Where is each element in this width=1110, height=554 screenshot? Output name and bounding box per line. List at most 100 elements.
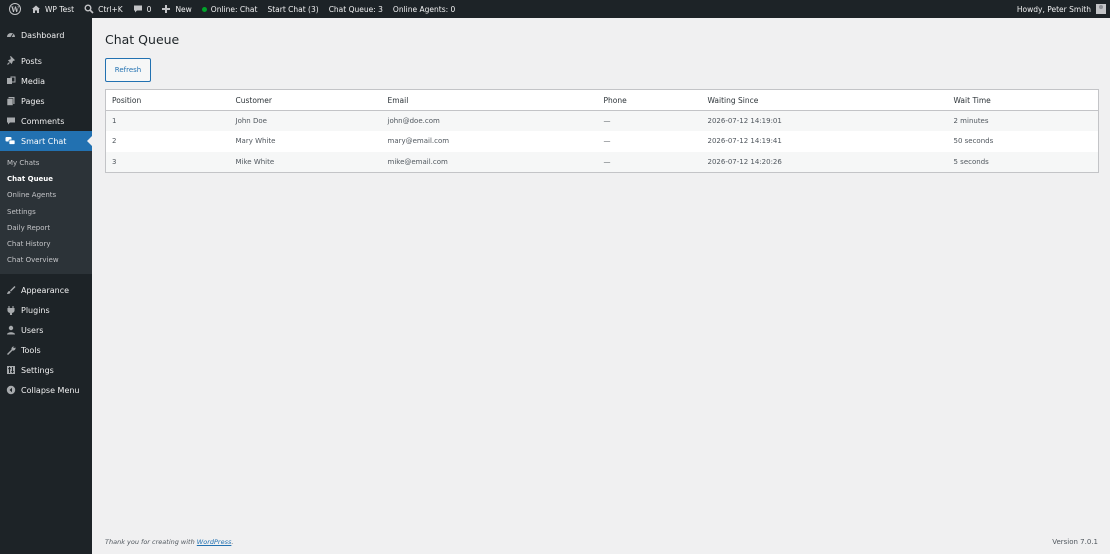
cell-position: 3 bbox=[112, 157, 117, 166]
table-row: 3 Mike White mike@email.com — 2026-07-12… bbox=[105, 151, 1099, 172]
menu-settings-label: Settings bbox=[21, 365, 54, 375]
cell-customer: Mary White bbox=[235, 137, 276, 146]
page-title: Chat Queue bbox=[105, 32, 180, 47]
submenu-my-chats[interactable]: My Chats bbox=[0, 155, 92, 171]
menu-pages-label: Pages bbox=[21, 96, 45, 106]
online-status-label: Online: Chat bbox=[210, 4, 258, 14]
submenu-chat-overview[interactable]: Chat Overview bbox=[0, 252, 92, 268]
admin-bar: W WP Test Ctrl+K 0 New Online: Chat Star… bbox=[0, 0, 1110, 18]
cell-email: mike@email.com bbox=[387, 157, 448, 166]
site-name-link[interactable]: WP Test bbox=[26, 0, 79, 18]
menu-plugins-label: Plugins bbox=[21, 305, 50, 315]
admin-sidebar: Dashboard Posts Media Pages Comments Sma… bbox=[0, 18, 92, 554]
start-chat-label: Start Chat (3) bbox=[267, 4, 319, 14]
comments-count: 0 bbox=[146, 4, 152, 14]
cell-phone: — bbox=[603, 137, 611, 146]
menu-appearance[interactable]: Appearance bbox=[0, 280, 92, 300]
footer-thanks-suffix: . bbox=[231, 538, 234, 546]
menu-dashboard-label: Dashboard bbox=[21, 30, 65, 40]
menu-posts[interactable]: Posts bbox=[0, 51, 92, 71]
new-content-menu[interactable]: New bbox=[156, 0, 196, 18]
column-header-position: Position bbox=[105, 89, 230, 111]
cell-email: john@doe.com bbox=[387, 117, 440, 125]
chat-bubbles-icon bbox=[5, 136, 16, 147]
menu-posts-label: Posts bbox=[21, 56, 42, 66]
menu-smart-chat[interactable]: Smart Chat bbox=[0, 131, 92, 151]
collapse-menu-button[interactable]: Collapse Menu bbox=[0, 380, 92, 400]
howdy-label: Howdy, Peter Smith bbox=[1016, 4, 1091, 14]
column-header-waiting-since: Waiting Since bbox=[701, 89, 948, 111]
menu-plugins[interactable]: Plugins bbox=[0, 300, 92, 320]
pages-icon bbox=[5, 96, 16, 107]
menu-settings[interactable]: Settings bbox=[0, 360, 92, 380]
collapse-menu-label: Collapse Menu bbox=[21, 385, 80, 395]
avatar bbox=[1096, 4, 1106, 14]
online-status-toggle[interactable]: Online: Chat bbox=[197, 0, 263, 18]
wordpress-link[interactable]: WordPress bbox=[197, 538, 232, 546]
dashboard-icon bbox=[5, 30, 16, 41]
submenu-daily-report[interactable]: Daily Report bbox=[0, 220, 92, 236]
chat-queue-table: Position Customer Email Phone Waiting Si… bbox=[105, 89, 1099, 173]
plus-icon bbox=[161, 4, 171, 14]
footer-thanks: Thank you for creating with WordPress. bbox=[105, 538, 233, 546]
home-icon bbox=[31, 4, 41, 14]
column-header-customer: Customer bbox=[229, 89, 382, 111]
online-agents-link[interactable]: Online Agents: 0 bbox=[388, 0, 460, 18]
cell-wait-time: 50 seconds bbox=[953, 137, 994, 146]
cell-position: 2 bbox=[112, 137, 117, 146]
chat-queue-label: Chat Queue: 3 bbox=[328, 4, 383, 14]
my-account-menu[interactable]: Howdy, Peter Smith bbox=[1012, 0, 1110, 18]
cell-wait-time: 5 seconds bbox=[953, 157, 989, 166]
menu-media[interactable]: Media bbox=[0, 71, 92, 91]
online-agents-label: Online Agents: 0 bbox=[392, 4, 456, 14]
menu-users[interactable]: Users bbox=[0, 320, 92, 340]
menu-comments-label: Comments bbox=[21, 116, 65, 126]
plug-icon bbox=[5, 305, 16, 316]
search-command[interactable]: Ctrl+K bbox=[79, 0, 128, 18]
submenu-chat-queue[interactable]: Chat Queue bbox=[0, 171, 92, 187]
online-dot-icon bbox=[201, 6, 207, 12]
menu-tools[interactable]: Tools bbox=[0, 340, 92, 360]
column-header-phone: Phone bbox=[597, 89, 702, 111]
search-icon bbox=[84, 4, 94, 14]
collapse-arrow-icon bbox=[5, 385, 16, 396]
settings-sliders-icon bbox=[5, 365, 16, 376]
cell-waiting-since: 2026-07-12 14:19:41 bbox=[707, 137, 782, 146]
submenu-online-agents[interactable]: Online Agents bbox=[0, 187, 92, 203]
chat-queue-link[interactable]: Chat Queue: 3 bbox=[324, 0, 388, 18]
search-shortcut-label: Ctrl+K bbox=[98, 4, 123, 14]
menu-tools-label: Tools bbox=[21, 345, 41, 355]
user-icon bbox=[5, 325, 16, 336]
submenu-settings[interactable]: Settings bbox=[0, 204, 92, 220]
menu-appearance-label: Appearance bbox=[21, 285, 70, 295]
menu-smart-chat-label: Smart Chat bbox=[21, 136, 67, 146]
menu-dashboard[interactable]: Dashboard bbox=[0, 25, 92, 45]
cell-waiting-since: 2026-07-12 14:19:01 bbox=[707, 117, 782, 125]
wp-logo-menu[interactable]: W bbox=[0, 0, 26, 18]
wordpress-logo-icon: W bbox=[9, 3, 21, 15]
menu-pages[interactable]: Pages bbox=[0, 91, 92, 111]
new-label: New bbox=[175, 4, 192, 14]
footer-version: Version 7.0.1 bbox=[1052, 538, 1098, 546]
column-header-wait-time: Wait Time bbox=[947, 89, 1099, 111]
refresh-button[interactable]: Refresh bbox=[105, 58, 151, 82]
start-chat-link[interactable]: Start Chat (3) bbox=[262, 0, 323, 18]
cell-phone: — bbox=[603, 157, 611, 166]
comments-link[interactable]: 0 bbox=[128, 0, 157, 18]
wrench-icon bbox=[5, 345, 16, 356]
cell-wait-time: 2 minutes bbox=[953, 117, 989, 125]
smart-chat-submenu: My Chats Chat Queue Online Agents Settin… bbox=[0, 151, 92, 275]
menu-comments[interactable]: Comments bbox=[0, 111, 92, 131]
paintbrush-icon bbox=[5, 285, 16, 296]
main-content: Chat Queue Refresh Position Customer Ema… bbox=[92, 18, 1110, 554]
table-header-row: Position Customer Email Phone Waiting Si… bbox=[105, 89, 1099, 111]
media-icon bbox=[5, 76, 16, 87]
cell-position: 1 bbox=[112, 117, 117, 125]
column-header-email: Email bbox=[381, 89, 598, 111]
cell-phone: — bbox=[603, 117, 611, 125]
submenu-chat-history[interactable]: Chat History bbox=[0, 236, 92, 252]
menu-users-label: Users bbox=[21, 325, 44, 335]
comment-bubble-icon bbox=[133, 4, 143, 14]
menu-media-label: Media bbox=[21, 76, 46, 86]
cell-customer: Mike White bbox=[235, 157, 275, 166]
